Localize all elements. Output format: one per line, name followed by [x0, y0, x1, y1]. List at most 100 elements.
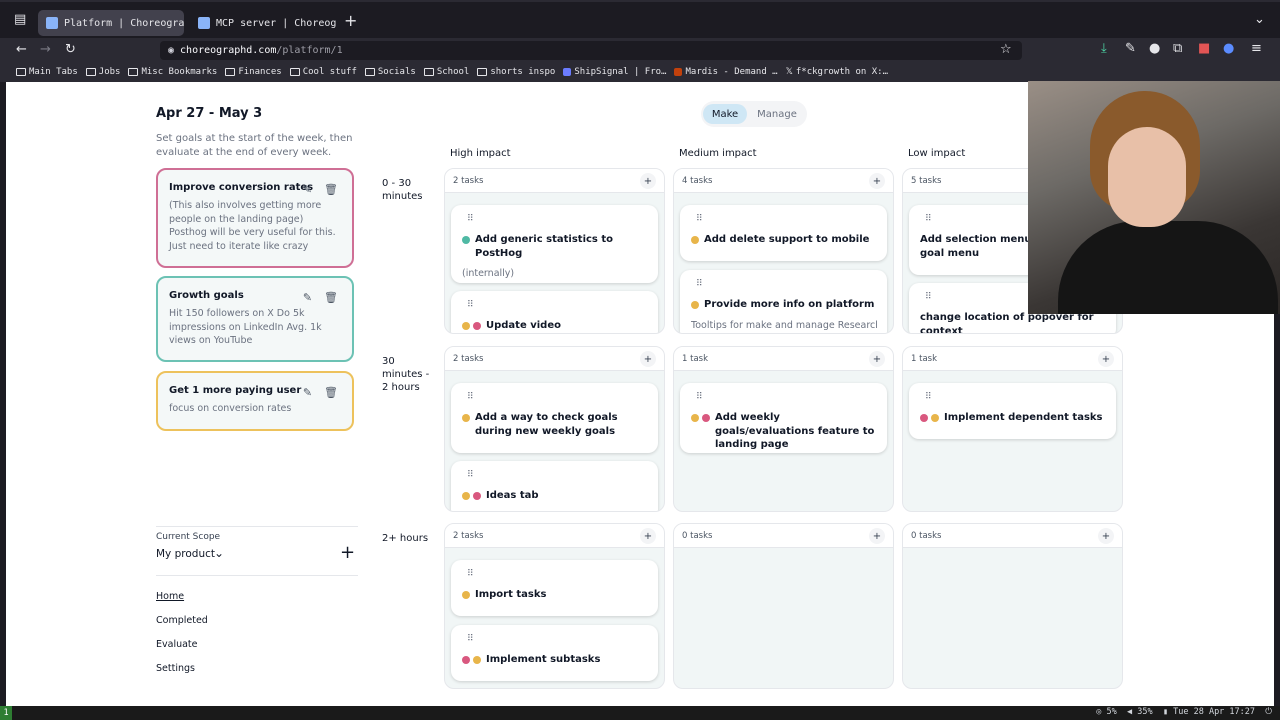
bookmark-label: ShipSignal | Fro…	[574, 67, 667, 77]
add-task-icon[interactable]: +	[640, 351, 656, 367]
edit-icon[interactable]: ✎	[303, 386, 312, 399]
manage-toggle-option[interactable]: Manage	[751, 104, 803, 124]
chevron-down-icon[interactable]: ⌄	[214, 546, 224, 560]
site-info-icon[interactable]: ◉	[168, 45, 174, 56]
extension-blue-icon[interactable]: ●	[1223, 42, 1234, 55]
drag-handle-icon[interactable]: ⠿	[696, 393, 877, 402]
drag-handle-icon[interactable]: ⠿	[696, 215, 877, 224]
drag-handle-icon[interactable]: ⠿	[925, 393, 1106, 402]
task-title: Implement dependent tasks	[944, 412, 1103, 423]
task-title: Provide more info on platform	[704, 299, 875, 310]
reload-icon[interactable]: ↻	[65, 43, 76, 56]
goal-card[interactable]: Get 1 more paying user ✎ 🗑 focus on conve…	[156, 371, 354, 431]
trash-icon[interactable]: 🗑	[324, 183, 338, 196]
new-tab-icon[interactable]: +	[344, 13, 357, 29]
nav-evaluate[interactable]: Evaluate	[156, 639, 198, 650]
date-time: Tue 28 Apr 17:27	[1173, 707, 1256, 717]
task-card[interactable]: ⠿ Ideas tab	[451, 461, 658, 511]
bookmark-link[interactable]: ShipSignal | Fro…	[563, 67, 666, 77]
bookmark-folder[interactable]: Finances	[225, 67, 282, 77]
bookmark-label: f*ckgrowth on X:…	[795, 67, 888, 77]
task-count: 1 task	[682, 353, 709, 364]
trash-icon[interactable]: 🗑	[324, 291, 338, 304]
task-card[interactable]: ⠿ Add a way to check goals during new we…	[451, 383, 658, 453]
nav-completed[interactable]: Completed	[156, 615, 208, 626]
bookmark-star-icon[interactable]: ☆	[1000, 43, 1012, 56]
goal-card[interactable]: Improve conversion rates ✎ 🗑 (This also i…	[156, 168, 354, 268]
drag-handle-icon[interactable]: ⠿	[467, 215, 648, 224]
power-icon[interactable]: ⏻	[1265, 707, 1272, 717]
task-title: change location of popover for context	[920, 312, 1094, 334]
downloads-icon[interactable]: ⤓	[1101, 42, 1107, 55]
nav-settings[interactable]: Settings	[156, 663, 195, 674]
week-range: Apr 27 - May 3	[156, 106, 263, 121]
scope-selector[interactable]: My product	[156, 548, 215, 560]
label-dot	[931, 414, 939, 422]
task-card[interactable]: ⠿ Implement subtasks	[451, 625, 658, 681]
drag-handle-icon[interactable]: ⠿	[467, 635, 648, 644]
bookmark-link[interactable]: Mardis - Demand …	[674, 67, 778, 77]
label-dot	[691, 236, 699, 244]
add-task-icon[interactable]: +	[1098, 351, 1114, 367]
bookmark-folder[interactable]: School	[423, 67, 470, 77]
trash-icon[interactable]: 🗑	[324, 386, 338, 399]
bookmark-folder[interactable]: Cool stuff	[289, 67, 357, 77]
workspace-indicator[interactable]: 1	[0, 706, 12, 720]
favicon-icon	[198, 17, 210, 29]
tab-platform[interactable]: Platform | Choreographd ✕	[38, 10, 184, 36]
bookmark-folder[interactable]: Misc Bookmarks	[128, 67, 217, 77]
drag-handle-icon[interactable]: ⠿	[467, 393, 648, 402]
webcam-person-face	[1108, 127, 1186, 227]
goal-description: focus on conversion rates	[169, 403, 292, 414]
drag-handle-icon[interactable]: ⠿	[696, 280, 877, 289]
bookmark-label: School	[436, 67, 470, 77]
extension-red-icon[interactable]: ■	[1198, 42, 1210, 55]
chevron-down-icon[interactable]: ⌄	[1254, 13, 1265, 26]
nav-home[interactable]: Home	[156, 591, 184, 602]
task-card[interactable]: ⠿ Add delete support to mobile	[680, 205, 887, 261]
add-task-icon[interactable]: +	[869, 528, 885, 544]
add-task-icon[interactable]: +	[640, 173, 656, 189]
label-dot	[462, 656, 470, 664]
add-task-icon[interactable]: +	[640, 528, 656, 544]
tools-icon[interactable]: ✎	[1125, 42, 1136, 55]
forward-icon[interactable]: →	[40, 43, 51, 56]
goal-card[interactable]: Growth goals ✎ 🗑 Hit 150 followers on X D…	[156, 276, 354, 362]
make-toggle-option[interactable]: Make	[703, 104, 747, 124]
webcam-person-body	[1058, 221, 1278, 314]
task-card[interactable]: ⠿ Update video	[451, 291, 658, 333]
task-title: Implement subtasks	[486, 654, 601, 665]
edit-icon[interactable]: ✎	[303, 183, 312, 196]
column-header-low: Low impact	[908, 148, 966, 159]
tab-mcp-server[interactable]: MCP server | Choreograp ✕	[190, 10, 336, 36]
bookmark-folder[interactable]: shorts inspo	[477, 67, 555, 77]
bookmark-label: Cool stuff	[302, 67, 357, 77]
drag-handle-icon[interactable]: ⠿	[467, 301, 648, 310]
back-icon[interactable]: ←	[16, 43, 27, 56]
extension-icon[interactable]: ●	[1149, 42, 1160, 55]
bookmark-folder[interactable]: Main Tabs	[16, 67, 78, 77]
add-task-icon[interactable]: +	[869, 173, 885, 189]
bookmark-link[interactable]: 𝕏f*ckgrowth on X:…	[786, 67, 888, 77]
task-count: 2 tasks	[453, 175, 484, 186]
extensions-puzzle-icon[interactable]: ⧉	[1173, 42, 1182, 55]
task-card[interactable]: ⠿ Add generic statistics to PostHog (int…	[451, 205, 658, 283]
add-task-icon[interactable]: +	[1098, 528, 1114, 544]
url-bar[interactable]: ◉ choreographd.com/platform/1	[160, 41, 1022, 60]
bookmark-folder[interactable]: Jobs	[85, 67, 120, 77]
volume-icon: ◀	[1127, 707, 1133, 717]
task-card[interactable]: ⠿ Add weekly goals/evaluations feature t…	[680, 383, 887, 453]
tab-list-icon[interactable]: ▤	[14, 13, 26, 26]
drag-handle-icon[interactable]: ⠿	[467, 570, 648, 579]
menu-icon[interactable]: ≡	[1251, 42, 1262, 55]
add-task-icon[interactable]: +	[869, 351, 885, 367]
bookmark-folder[interactable]: Socials	[364, 67, 416, 77]
label-dot	[691, 414, 699, 422]
task-card[interactable]: ⠿ Provide more info on platform Tooltips…	[680, 270, 887, 333]
edit-icon[interactable]: ✎	[303, 291, 312, 304]
drag-handle-icon[interactable]: ⠿	[467, 471, 648, 480]
task-card[interactable]: ⠿ Implement dependent tasks	[909, 383, 1116, 439]
task-count: 2 tasks	[453, 530, 484, 541]
task-card[interactable]: ⠿ Import tasks	[451, 560, 658, 616]
add-scope-icon[interactable]: +	[340, 542, 355, 563]
